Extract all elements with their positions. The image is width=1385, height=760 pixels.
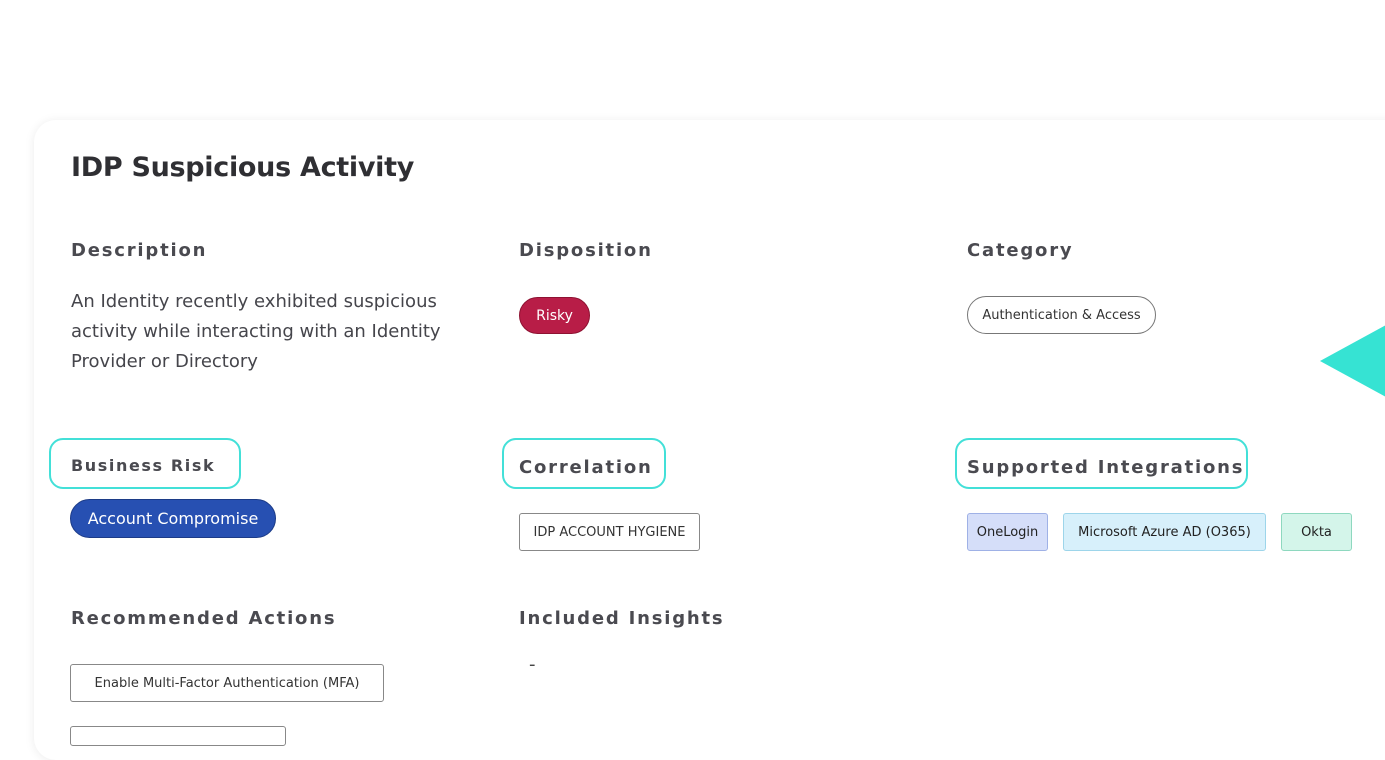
pointer-arrow-icon: [1320, 325, 1385, 397]
recommended-actions-label: Recommended Actions: [71, 608, 337, 629]
business-risk-badge: Account Compromise: [70, 499, 276, 538]
included-insights-value: -: [529, 654, 536, 675]
card-title: IDP Suspicious Activity: [71, 152, 414, 183]
category-label: Category: [967, 240, 1074, 261]
description-text: An Identity recently exhibited suspiciou…: [71, 291, 441, 372]
disposition-label: Disposition: [519, 240, 653, 261]
included-insights-label: Included Insights: [519, 608, 725, 629]
supported-integrations-label: Supported Integrations: [967, 457, 1245, 478]
disposition-badge: Risky: [519, 297, 590, 334]
correlation-tag: IDP ACCOUNT HYGIENE: [519, 513, 700, 551]
correlation-label: Correlation: [519, 457, 653, 478]
recommended-action-tag: Enable Multi-Factor Authentication (MFA): [70, 664, 384, 702]
recommended-action-tag-partial: [70, 726, 286, 746]
integration-okta-tag: Okta: [1281, 513, 1352, 551]
description-label: Description: [71, 240, 208, 261]
integration-onelogin-tag: OneLogin: [967, 513, 1048, 551]
category-tag: Authentication & Access: [967, 296, 1156, 334]
business-risk-label: Business Risk: [71, 456, 216, 475]
integration-azure-tag: Microsoft Azure AD (O365): [1063, 513, 1266, 551]
